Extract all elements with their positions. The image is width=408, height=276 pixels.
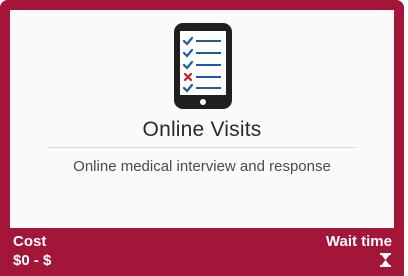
card-body: Online Visits Online medical interview a…: [10, 10, 394, 228]
title-divider: [48, 147, 356, 148]
hourglass-icon: [380, 253, 391, 267]
card-title: Online Visits: [142, 118, 262, 141]
card-footer: Cost $0 - $ Wait time: [10, 228, 394, 276]
phone-checklist-icon: [160, 17, 244, 113]
wait-time-label: Wait time: [325, 233, 392, 250]
card-description: Online medical interview and response: [73, 158, 331, 175]
online-visits-card[interactable]: Online Visits Online medical interview a…: [0, 0, 404, 276]
cost-value: $0 - $: [13, 252, 52, 269]
cost-label: Cost: [13, 233, 47, 250]
